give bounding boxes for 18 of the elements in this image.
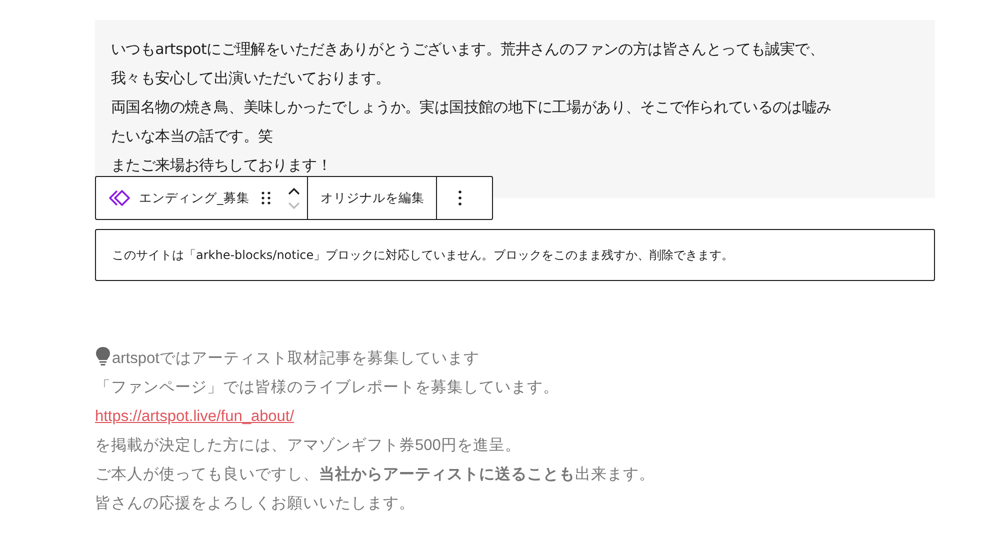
message-text: またご来場お待ちしております！ bbox=[111, 155, 333, 176]
recruit-heading: artspotではアーティスト取材記事を募集しています bbox=[112, 349, 480, 369]
message-text: 我々も安心して出演いただいております。 bbox=[111, 68, 392, 89]
recruit-text: ご本人が使っても良いですし、当社からアーティストに送ることも出来ます。 bbox=[95, 464, 655, 485]
recruit-text: 「ファンページ」では皆様のライブレポートを募集しています。 bbox=[95, 378, 559, 398]
message-text: いつもartspotにご理解をいただきありがとうございます。荒井さんのファンの方は皆さんとっても誠実で、 bbox=[111, 39, 826, 60]
block-type-icon[interactable] bbox=[109, 189, 131, 207]
move-up-icon[interactable] bbox=[287, 186, 302, 196]
drag-handle-icon[interactable] bbox=[261, 190, 272, 206]
recruit-text: を掲載が決定した方には、アマゾンギフト券500円を進呈。 bbox=[95, 436, 521, 456]
lightbulb-icon bbox=[95, 346, 111, 366]
recruit-text: 皆さんの応援をよろしくお願いいたします。 bbox=[95, 494, 415, 514]
message-text: たいな本当の話です。笑 bbox=[111, 126, 274, 147]
block-name: エンディング_募集 bbox=[139, 190, 250, 206]
message-text: 両国名物の焼き鳥、美味しかったでしょうか。実は国技館の地下に工場があり、そこで作られているのは嘘み bbox=[111, 97, 832, 118]
notice-text: このサイトは「arkhe-blocks/notice」ブロックに対応していません。ブロックをこのまま残すか、削除できます。 bbox=[112, 246, 734, 264]
fan-page-link[interactable]: https://artspot.live/fun_about/ bbox=[95, 402, 294, 431]
more-options-icon[interactable] bbox=[457, 189, 464, 207]
